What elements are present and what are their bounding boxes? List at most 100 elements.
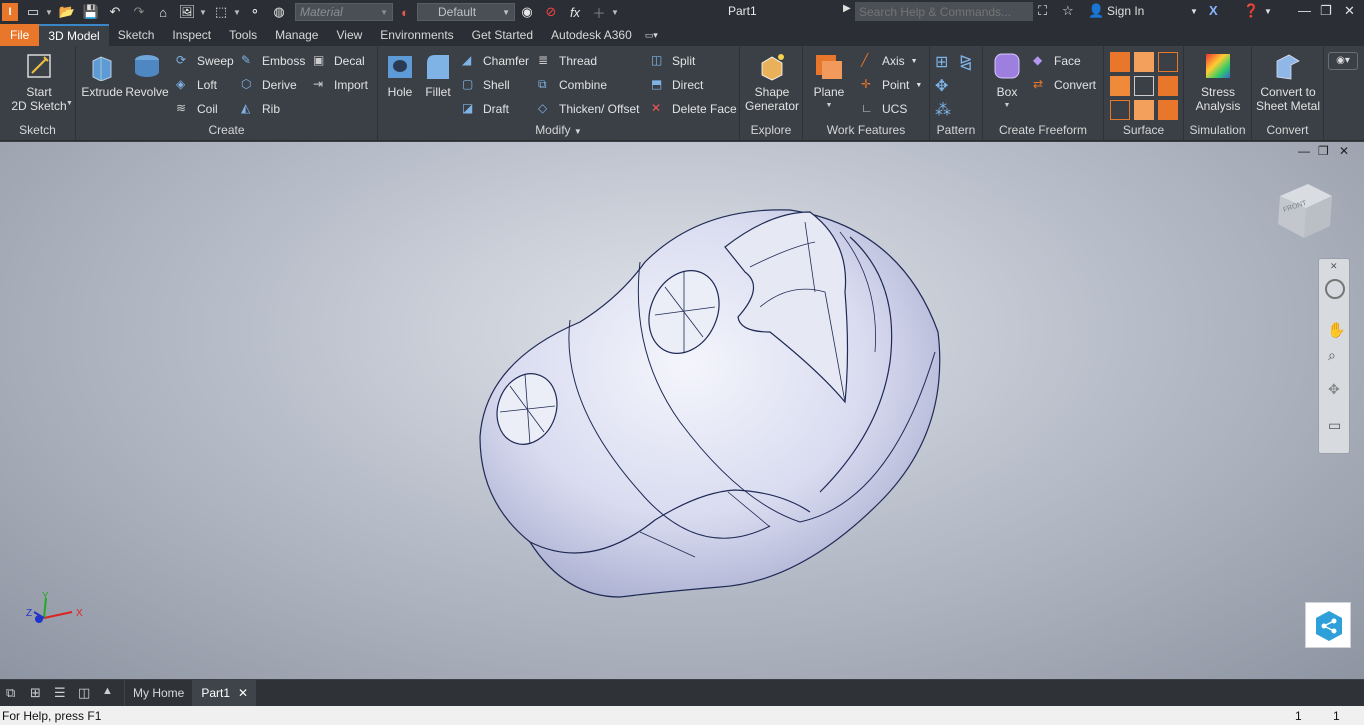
- graphics-viewport[interactable]: — ❐ ✕ FRONT X Y Z ✕ ✋ ⌕ ✥ ▭: [0, 142, 1364, 679]
- close-icon[interactable]: ✕: [1344, 3, 1355, 19]
- thread-button[interactable]: ≣ Thread: [538, 53, 597, 69]
- image-capture-icon[interactable]: 🖼: [178, 3, 196, 21]
- panel-label-modify[interactable]: Modify ▼: [378, 123, 739, 137]
- rectangular-pattern-icon[interactable]: ⊞: [935, 52, 955, 72]
- emboss-button[interactable]: ✎ Emboss: [241, 53, 305, 69]
- help-icon[interactable]: ❓: [1243, 3, 1259, 19]
- thicken-offset-button[interactable]: ◇ Thicken/ Offset: [538, 101, 639, 117]
- shape-generator-button[interactable]: Shape Generator: [742, 51, 802, 113]
- replace-face-icon[interactable]: [1134, 100, 1154, 120]
- revolve-button[interactable]: Revolve: [124, 51, 170, 99]
- document-menu-icon[interactable]: ▲: [102, 685, 120, 701]
- viewcube[interactable]: FRONT: [1272, 178, 1338, 244]
- new-dropdown-icon[interactable]: ▼: [45, 8, 53, 17]
- tab-file[interactable]: File: [0, 24, 40, 46]
- sweep-button[interactable]: ⟳ Sweep: [176, 53, 234, 69]
- patch-icon[interactable]: [1134, 52, 1154, 72]
- home-icon[interactable]: ⌂: [154, 3, 172, 21]
- exchange-apps-icon[interactable]: X: [1209, 3, 1218, 18]
- sign-in-dropdown-icon[interactable]: ▼: [1190, 7, 1198, 16]
- viewport-restore-icon[interactable]: ❐: [1318, 144, 1329, 158]
- user-icon[interactable]: 👤: [1088, 3, 1104, 19]
- tab-3d-model[interactable]: 3D Model: [39, 24, 109, 46]
- plane-button[interactable]: Plane ▼: [809, 51, 849, 113]
- orbit-icon[interactable]: ✥: [1328, 381, 1340, 398]
- start-sketch-dropdown-icon[interactable]: ▼: [66, 100, 73, 107]
- appearance-icon[interactable]: ◐: [396, 3, 414, 21]
- rib-button[interactable]: ◭ Rib: [241, 101, 280, 117]
- globe-icon[interactable]: ◍: [270, 3, 288, 21]
- measure-icon[interactable]: ⚬: [246, 3, 264, 21]
- hole-button[interactable]: Hole: [383, 51, 417, 99]
- adjust-appearance-icon[interactable]: ◉: [518, 3, 536, 21]
- tile-horizontal-icon[interactable]: ☰: [54, 685, 72, 701]
- shell-button[interactable]: ▢ Shell: [462, 77, 510, 93]
- combine-button[interactable]: ⧉ Combine: [538, 77, 607, 93]
- cascade-windows-icon[interactable]: ⧉: [6, 685, 24, 701]
- customize-dropdown-icon[interactable]: ▼: [611, 8, 619, 17]
- convert-freeform-button[interactable]: ⇄ Convert: [1033, 77, 1096, 93]
- help-dropdown-icon[interactable]: ▼: [1264, 7, 1272, 16]
- close-tab-icon[interactable]: ✕: [238, 686, 248, 700]
- draft-button[interactable]: ◪ Draft: [462, 101, 509, 117]
- axis-button[interactable]: ╱ Axis ▼: [861, 53, 918, 69]
- stitch-icon[interactable]: [1110, 52, 1130, 72]
- navbar-close-icon[interactable]: ✕: [1330, 261, 1338, 272]
- tile-vertical-icon[interactable]: ◫: [78, 685, 96, 701]
- appearance-select[interactable]: Default ▼: [417, 3, 515, 21]
- redo-icon[interactable]: ↷: [130, 3, 148, 21]
- boundary-patch-icon[interactable]: [1110, 100, 1130, 120]
- ucs-button[interactable]: ∟ UCS: [861, 101, 907, 117]
- loft-button[interactable]: ◈ Loft: [176, 77, 217, 93]
- restore-icon[interactable]: ❐: [1320, 3, 1332, 19]
- delete-face-button[interactable]: ✕ Delete Face: [651, 101, 737, 117]
- face-button[interactable]: ◆ Face: [1033, 53, 1081, 69]
- fillet-button[interactable]: Fillet: [420, 51, 456, 99]
- pan-icon[interactable]: ✋: [1327, 321, 1346, 339]
- tabs-overflow-icon[interactable]: ▭▾: [641, 24, 662, 46]
- capture-dropdown-icon[interactable]: ▼: [199, 8, 207, 17]
- tab-autodesk-a360[interactable]: Autodesk A360: [542, 24, 641, 46]
- direct-button[interactable]: ⬒ Direct: [651, 77, 703, 93]
- ruled-surface-icon[interactable]: [1110, 76, 1130, 96]
- sketch-pattern-icon[interactable]: ⁂: [935, 100, 955, 120]
- viewport-close-icon[interactable]: ✕: [1339, 144, 1349, 158]
- undo-icon[interactable]: ↶: [106, 3, 124, 21]
- viewport-minimize-icon[interactable]: —: [1298, 144, 1310, 158]
- sign-in-link[interactable]: Sign In: [1107, 4, 1144, 18]
- convert-to-sheet-metal-button[interactable]: Convert to Sheet Metal: [1254, 51, 1322, 113]
- tab-manage[interactable]: Manage: [266, 24, 327, 46]
- stress-analysis-button[interactable]: Stress Analysis: [1188, 51, 1248, 113]
- circular-pattern-icon[interactable]: ✥: [935, 76, 955, 96]
- zoom-icon[interactable]: ⌕: [1328, 347, 1336, 364]
- derive-button[interactable]: ⬡ Derive: [241, 77, 297, 93]
- point-button[interactable]: ✛ Point ▼: [861, 77, 922, 93]
- ribbon-options-icon[interactable]: ◉▾: [1328, 52, 1358, 70]
- split-button[interactable]: ◫ Split: [651, 53, 695, 69]
- look-at-icon[interactable]: ▭: [1328, 417, 1341, 434]
- select-icon[interactable]: ⬚: [212, 3, 230, 21]
- extrude-button[interactable]: Extrude: [81, 51, 123, 99]
- new-file-icon[interactable]: ▭: [24, 3, 42, 21]
- mirror-icon[interactable]: ⧎: [959, 52, 979, 72]
- sculpt-icon[interactable]: [1158, 52, 1178, 72]
- material-select[interactable]: Material ▼: [295, 3, 393, 21]
- save-icon[interactable]: 💾: [82, 3, 100, 21]
- chamfer-button[interactable]: ◢ Chamfer: [462, 53, 529, 69]
- inventor-pro-logo[interactable]: I: [2, 3, 18, 21]
- share-view-button[interactable]: [1305, 602, 1351, 648]
- extend-icon[interactable]: [1158, 76, 1178, 96]
- box-button[interactable]: Box ▼: [989, 51, 1025, 113]
- star-icon[interactable]: ☆: [1062, 3, 1074, 19]
- full-navigation-wheel-icon[interactable]: [1325, 279, 1345, 299]
- tab-inspect[interactable]: Inspect: [163, 24, 220, 46]
- tab-part1[interactable]: Part1 ✕: [192, 680, 257, 706]
- import-button[interactable]: ⇥ Import: [313, 77, 368, 93]
- tile-windows-icon[interactable]: ⊞: [30, 685, 48, 701]
- add-icon[interactable]: ＋: [590, 3, 608, 21]
- search-chevron-icon[interactable]: ▶: [843, 3, 851, 14]
- repair-bodies-icon[interactable]: [1158, 100, 1178, 120]
- tab-my-home[interactable]: My Home: [124, 680, 192, 706]
- tab-get-started[interactable]: Get Started: [463, 24, 542, 46]
- decal-button[interactable]: ▣ Decal: [313, 53, 365, 69]
